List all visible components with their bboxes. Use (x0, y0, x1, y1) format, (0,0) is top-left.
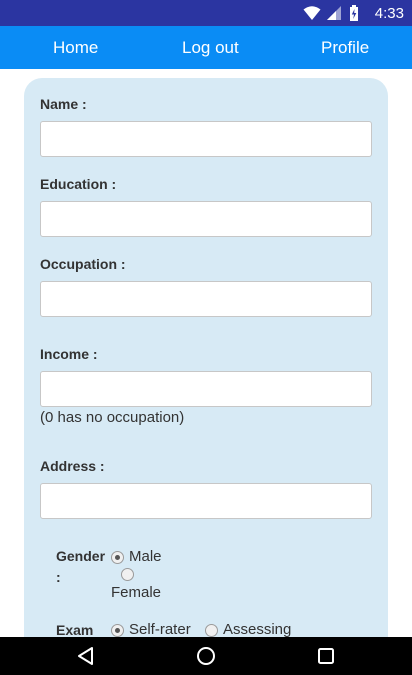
nav-profile-link[interactable]: Profile (321, 26, 369, 69)
profile-form: Name : Education : Occupation : Income :… (24, 78, 388, 675)
address-field[interactable] (40, 483, 372, 519)
income-label: Income : (40, 346, 98, 362)
wifi-icon (303, 6, 321, 20)
exam-self-rater-label[interactable]: Self-rater (129, 621, 191, 638)
occupation-label: Occupation : (40, 256, 126, 272)
address-label: Address : (40, 458, 105, 474)
status-bar: 4:33 (0, 0, 412, 26)
home-circle-icon[interactable] (195, 645, 217, 667)
name-field[interactable] (40, 121, 372, 157)
gender-female-label[interactable]: Female (111, 584, 161, 601)
nav-logout-link[interactable]: Log out (182, 26, 239, 69)
exam-assessing-label[interactable]: Assessing (223, 621, 291, 638)
status-time: 4:33 (374, 4, 404, 22)
education-field[interactable] (40, 201, 372, 237)
status-icons: 4:33 (303, 0, 404, 26)
exam-self-rater-radio[interactable] (111, 624, 124, 637)
exam-assessing-radio[interactable] (205, 624, 218, 637)
recents-icon[interactable] (315, 645, 337, 667)
education-label: Education : (40, 176, 117, 192)
system-nav-bar (0, 637, 412, 675)
battery-icon (349, 5, 358, 21)
back-icon[interactable] (75, 645, 97, 667)
name-label: Name : (40, 96, 87, 112)
gender-female-radio[interactable] (121, 568, 134, 581)
gender-male-label[interactable]: Male (129, 548, 162, 565)
income-hint: (0 has no occupation) (40, 409, 185, 426)
gender-label: Gender : (56, 548, 106, 585)
nav-home-link[interactable]: Home (53, 26, 98, 69)
occupation-field[interactable] (40, 281, 372, 317)
gender-male-radio[interactable] (111, 551, 124, 564)
top-nav: Home Log out Profile (0, 26, 412, 69)
cell-signal-icon (326, 6, 341, 20)
income-field[interactable] (40, 371, 372, 407)
